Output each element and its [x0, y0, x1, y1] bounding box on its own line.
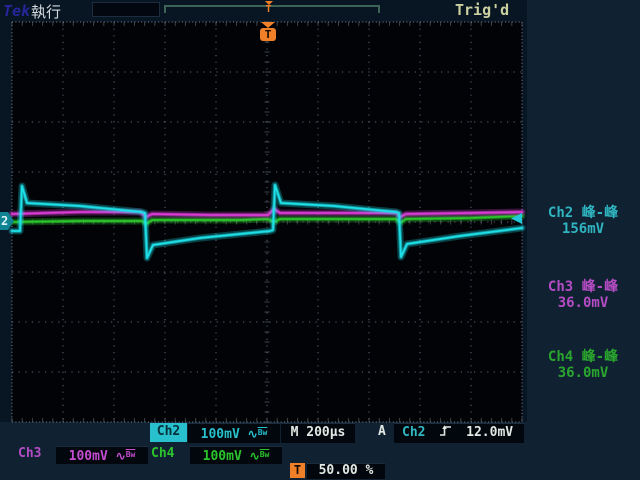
trigger-level-value: 12.0mV	[466, 425, 513, 440]
measurement-ch2-value: 156mV	[528, 221, 638, 237]
ch3-coupling-icon: ∿	[116, 449, 126, 463]
ch3-scale-value: 100mV	[69, 449, 108, 464]
trigger-readout: Ch2 12.0mV	[394, 423, 524, 443]
measurement-ch3-label: Ch3 峰-峰	[528, 279, 638, 295]
rising-edge-icon	[439, 424, 452, 437]
trigger-position-badge: T	[290, 463, 305, 478]
ch2-channel-badge: Ch2	[150, 423, 187, 442]
ch4-scale-value: 100mV	[203, 449, 242, 464]
ch3-bandwidth-icon: Bw	[126, 450, 136, 459]
trigger-t-glyph: T	[262, 5, 275, 14]
ch4-bandwidth-icon: Bw	[260, 450, 270, 459]
measurement-ch3-value: 36.0mV	[528, 295, 638, 311]
horizontal-scale-readout: M 200µs	[281, 423, 355, 443]
acquisition-status: 執行	[31, 1, 61, 22]
trigger-position-value: 50.00 %	[307, 463, 385, 479]
ch2-bandwidth-icon: Bw	[258, 428, 268, 437]
ch2-scale-readout: 100mV ∿Bw	[188, 423, 280, 443]
measurement-ch4-value: 36.0mV	[528, 365, 638, 381]
ch4-scale-readout: 100mV ∿Bw	[190, 446, 282, 464]
ch4-channel-label: Ch4	[151, 445, 174, 463]
trigger-position-marker[interactable]: T	[260, 22, 276, 41]
graticule-canvas	[0, 0, 640, 480]
trigger-state-label: Trig'd	[455, 1, 509, 19]
horizontal-label: M	[291, 425, 299, 440]
measurement-ch2-pkpk: Ch2 峰-峰 156mV	[528, 205, 638, 237]
trigger-source: Ch2	[402, 425, 425, 440]
tek-logo: Tek	[3, 2, 30, 20]
measurement-ch2-label: Ch2 峰-峰	[528, 205, 638, 221]
ch3-channel-label: Ch3	[18, 445, 41, 463]
ch2-coupling-icon: ∿	[248, 427, 258, 441]
trigger-position-bar-icon[interactable]: T	[262, 1, 275, 16]
trigger-t-badge: T	[260, 28, 276, 41]
ch3-scale-readout: 100mV ∿Bw	[56, 446, 148, 464]
measurement-ch4-label: Ch4 峰-峰	[528, 349, 638, 365]
trigger-mode-label: A	[378, 423, 386, 441]
measurement-ch4-pkpk: Ch4 峰-峰 36.0mV	[528, 349, 638, 381]
titlebar-recess	[92, 2, 160, 17]
horizontal-value: 200µs	[306, 425, 345, 440]
ch4-coupling-icon: ∿	[250, 449, 260, 463]
ch2-scale-value: 100mV	[201, 427, 240, 442]
measurement-ch3-pkpk: Ch3 峰-峰 36.0mV	[528, 279, 638, 311]
